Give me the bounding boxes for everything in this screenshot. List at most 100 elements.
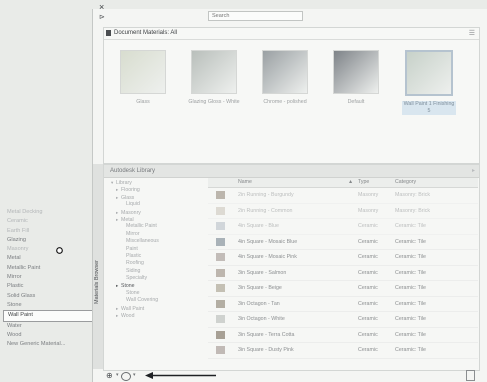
tree-item[interactable]: Metallic Paint	[106, 223, 192, 230]
add-material-icon[interactable]: ⊕	[106, 371, 113, 380]
material-swatch-thumbnail	[120, 50, 166, 94]
cell-category: Ceramic: Tile	[395, 269, 426, 276]
background-list-item[interactable]: Water	[3, 322, 93, 331]
table-body: 2in Running - Burgundy Masonry Masonry: Br…	[208, 188, 478, 359]
material-swatch[interactable]: Glazing Gloss - White	[187, 50, 241, 106]
background-material-list: Metal Decking Ceramic Earth Fill Glazing Mas…	[3, 208, 93, 349]
cell-type: Ceramic	[358, 238, 378, 245]
tree-item[interactable]: ▸ Flooring	[106, 186, 192, 193]
cell-category: Ceramic: Tile	[395, 285, 426, 291]
background-list-item[interactable]: Ceramic	[3, 217, 93, 226]
pin-icon[interactable]: ⊳	[99, 13, 105, 21]
tree-item-label: Roofing	[126, 260, 144, 267]
table-row[interactable]: 2in Running - Burgundy Masonry Masonry: Br…	[208, 188, 478, 204]
column-category[interactable]: Category	[395, 178, 416, 187]
table-header: Name ▲ Type Category	[208, 178, 478, 188]
library-header[interactable]: Autodesk Library ▸	[104, 165, 479, 178]
background-list-item[interactable]: Wood	[3, 331, 93, 340]
library-menu-icon[interactable]: ▸	[472, 167, 475, 174]
library-dropdown-icon[interactable]: ▾	[133, 372, 136, 378]
tree-item[interactable]: ▸ Wood	[106, 312, 192, 319]
table-row[interactable]: 4in Square - Mosaic Blue Ceramic Ceramic: …	[208, 235, 478, 250]
material-thumbnail	[216, 284, 225, 292]
search-input[interactable]	[208, 11, 303, 21]
material-swatch-thumbnail	[262, 50, 308, 94]
tree-item-label: Metal	[121, 216, 134, 223]
tree-item[interactable]: Wall Covering	[106, 297, 192, 304]
view-options-icon[interactable]: ☰	[469, 29, 475, 37]
document-materials-title: Document Materials: All	[114, 30, 178, 36]
tree-item[interactable]: Roofing	[106, 260, 192, 267]
background-list-item[interactable]: Stone	[3, 301, 93, 310]
background-list-item[interactable]: Masonry	[3, 245, 93, 254]
tree-item-label: Paint	[126, 245, 138, 252]
cell-category: Ceramic: Tile	[395, 300, 426, 307]
material-swatch-label: Default	[347, 99, 365, 105]
tree-item-label: Plastic	[126, 252, 142, 259]
tree-item-label: Flooring	[121, 187, 140, 194]
tree-item[interactable]: Stone	[106, 290, 192, 297]
panel-toggle-icon[interactable]	[106, 30, 111, 36]
add-dropdown-icon[interactable]: ▾	[116, 372, 119, 378]
material-swatch[interactable]: Glass	[116, 50, 170, 106]
material-swatch[interactable]: Default	[329, 50, 383, 106]
table-row[interactable]: 2in Running - Common Masonry Masonry: Bric…	[208, 204, 478, 219]
tree-item[interactable]: Plastic	[106, 253, 192, 260]
tree-item[interactable]: ▸ Stone	[106, 282, 192, 289]
background-list-item[interactable]: New Generic Material...	[3, 340, 93, 349]
tree-item-label: Specialty	[126, 275, 148, 282]
tree-item[interactable]: Liquid	[106, 201, 192, 208]
background-list-item[interactable]: Plastic	[3, 282, 93, 291]
table-row[interactable]: 3in Square - Salmon Ceramic Ceramic: Tile	[208, 266, 478, 281]
cell-type: Ceramic	[358, 223, 378, 229]
tree-item-label: Stone	[121, 283, 135, 290]
table-row[interactable]: 4in Square - Blue Ceramic Ceramic: Tile	[208, 219, 478, 235]
tree-item[interactable]: ▸ Metal	[106, 216, 192, 223]
tree-item[interactable]: ▸ Wall Paint	[106, 305, 192, 312]
background-list-item[interactable]: Metal	[3, 254, 93, 263]
table-row[interactable]: 3in Square - Terra Cotta Ceramic Ceramic: …	[208, 328, 478, 343]
cell-name: 4in Square - Mosaic Blue	[238, 238, 298, 245]
library-disk-icon[interactable]	[121, 372, 131, 381]
tree-item[interactable]: ▸ Masonry	[106, 209, 192, 216]
tree-item[interactable]: Miscellaneous	[106, 238, 192, 245]
cell-name: 3in Square - Terra Cotta	[238, 331, 295, 338]
background-list-item[interactable]: Mirror	[3, 273, 93, 282]
cell-category: Ceramic: Tile	[395, 238, 426, 245]
cell-category: Ceramic: Tile	[395, 223, 426, 229]
tree-item[interactable]: ▾ Library	[106, 179, 192, 186]
tree-item[interactable]: Siding	[106, 268, 192, 275]
close-icon[interactable]: ×	[99, 2, 104, 12]
table-row[interactable]: 3in Octagon - White Ceramic Ceramic: Tile	[208, 312, 478, 328]
table-row[interactable]: 3in Square - Dusty Pink Ceramic Ceramic: T…	[208, 343, 478, 359]
panel-resize-handle[interactable]	[466, 370, 475, 381]
column-type[interactable]: Type	[358, 178, 369, 187]
background-list-item[interactable]: Wall Paint	[3, 310, 93, 322]
background-list-item[interactable]: Metallic Paint	[3, 264, 93, 273]
sort-icon[interactable]: ▲	[348, 178, 353, 187]
tree-item[interactable]: Mirror	[106, 231, 192, 238]
cell-name: 4in Square - Blue	[238, 223, 279, 229]
tree-item[interactable]: Paint	[106, 246, 192, 253]
column-name[interactable]: Name	[238, 178, 252, 187]
library-tree: ▾ Library ▸ Flooring ▸ Glass Liquid ▸ Masonry ▸ Me…	[106, 179, 192, 319]
material-swatch[interactable]: Wall Paint 1 Finishing 5	[402, 50, 456, 115]
background-list-item[interactable]: Solid Glass	[3, 292, 93, 301]
table-row[interactable]: 3in Octagon - Tan Ceramic Ceramic: Tile	[208, 297, 478, 312]
background-list-item[interactable]: Metal Decking	[3, 208, 93, 217]
background-list-item[interactable]: Earth Fill	[3, 227, 93, 236]
table-row[interactable]: 3in Square - Beige Ceramic Ceramic: Tile	[208, 281, 478, 297]
annotation-arrow-icon	[145, 372, 216, 379]
mouse-cursor-icon	[56, 247, 63, 254]
cell-category: Ceramic: Tile	[395, 347, 426, 353]
cell-category: Ceramic: Tile	[395, 331, 426, 338]
material-swatch[interactable]: Chrome - polished	[258, 50, 312, 106]
tree-item-label: Mirror	[126, 230, 140, 237]
table-row[interactable]: 4in Square - Mosaic Pink Ceramic Ceramic: …	[208, 250, 478, 266]
tree-item[interactable]: Specialty	[106, 275, 192, 282]
tree-item[interactable]: ▸ Glass	[106, 194, 192, 201]
cell-type: Masonry	[358, 207, 379, 214]
background-list-item[interactable]: Glazing	[3, 236, 93, 245]
material-swatch-label: Glazing Gloss - White	[188, 99, 240, 105]
material-thumbnail	[216, 299, 225, 308]
